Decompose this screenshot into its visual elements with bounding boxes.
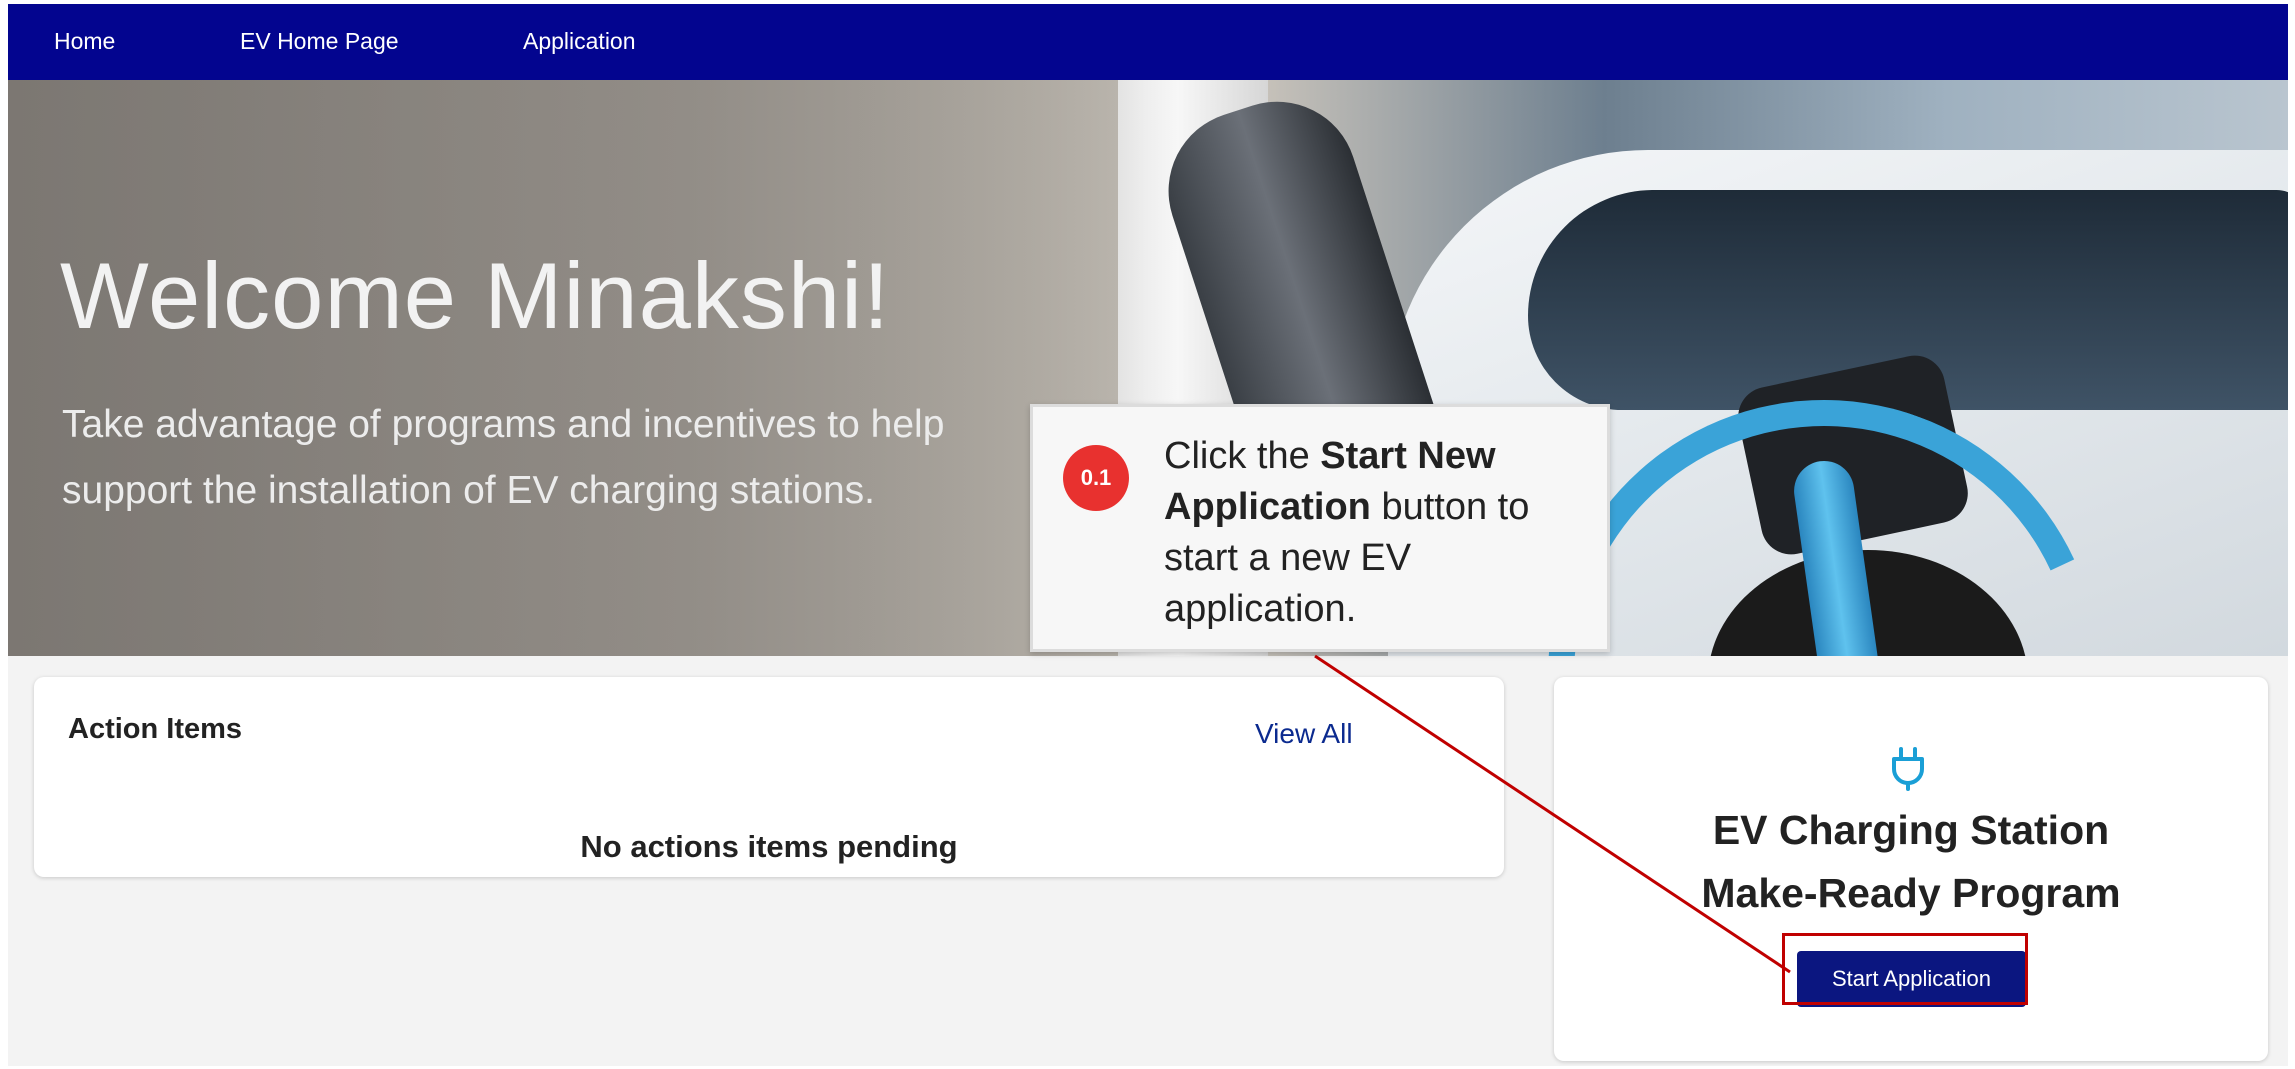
plug-icon [1892,747,1924,791]
nav-application-link[interactable]: Application [523,28,636,55]
step-badge: 0.1 [1063,445,1129,511]
start-application-highlight [1782,933,2028,1005]
callout-text-before: Click the [1164,435,1321,477]
welcome-heading: Welcome Minakshi! [60,243,891,348]
program-title-line2: Make-Ready Program [1701,870,2121,916]
hero-subtitle: Take advantage of programs and incentive… [62,403,945,512]
action-items-title: Action Items [68,713,243,745]
action-items-card: Action Items View All No actions items p… [34,677,1504,877]
program-title: EV Charging Station Make-Ready Program [1554,799,2268,925]
program-title-line1: EV Charging Station [1712,807,2110,853]
callout-text: Click the Start New Application button t… [1164,431,1594,635]
top-navigation: Home EV Home Page Application [8,4,2288,80]
nav-home-link[interactable]: Home [54,28,115,55]
nav-ev-home-page-link[interactable]: EV Home Page [240,28,399,55]
view-all-link[interactable]: View All [1255,718,1353,750]
no-action-items-message: No actions items pending [580,829,958,864]
instruction-callout: 0.1 Click the Start New Application butt… [1030,404,1610,652]
